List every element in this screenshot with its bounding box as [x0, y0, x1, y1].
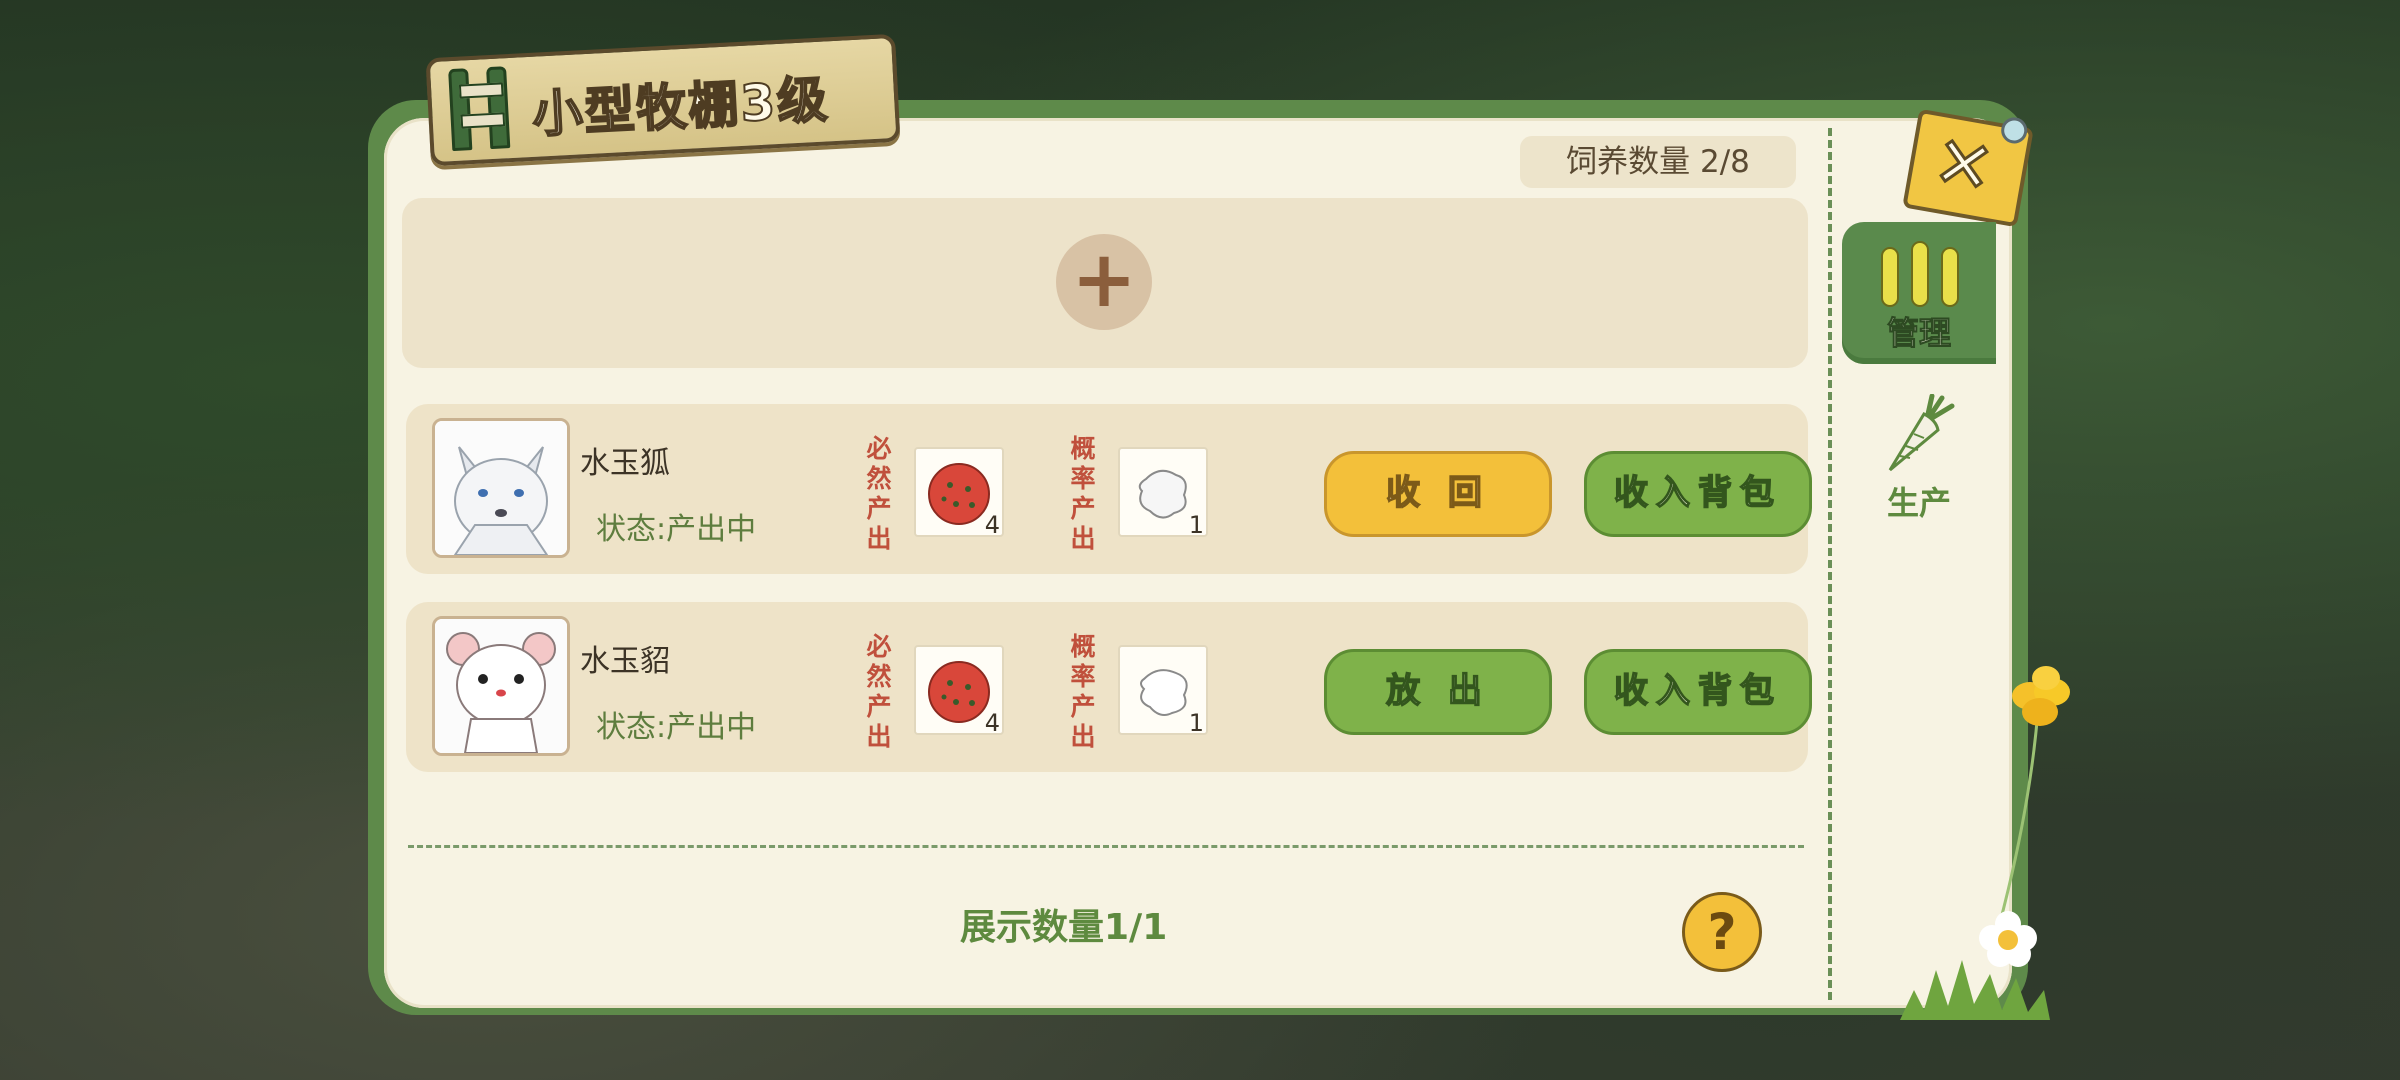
display-count-label: 展示数量1/1: [960, 907, 1168, 948]
item-quantity: 4: [984, 709, 1000, 737]
add-animal-slot[interactable]: +: [402, 198, 1808, 368]
guaranteed-item-slot[interactable]: 4: [914, 645, 1004, 737]
tab-produce[interactable]: 生产: [1842, 392, 1996, 532]
yellow-flower-decoration: [1996, 666, 2070, 931]
guaranteed-output-label: 必 然 产 出: [866, 632, 892, 751]
release-button[interactable]: 放 出: [1324, 649, 1552, 735]
guaranteed-item-slot[interactable]: 4: [914, 447, 1004, 539]
animal-status: 状态:产出中: [596, 710, 757, 745]
fence-title-icon: [448, 66, 512, 152]
item-quantity: 1: [1188, 511, 1204, 539]
chance-item-slot[interactable]: 1: [1118, 645, 1208, 737]
fence-icon: [1881, 241, 1959, 307]
chance-output-label: 概 率 产 出: [1070, 632, 1096, 751]
plus-icon[interactable]: +: [1056, 234, 1152, 330]
white-fox-portrait: [432, 418, 570, 558]
animal-name: 水玉貂: [580, 644, 670, 679]
recall-button[interactable]: 收 回: [1324, 451, 1552, 537]
help-button[interactable]: ?: [1682, 892, 1762, 972]
tab-produce-label: 生产: [1886, 484, 1951, 522]
animal-name: 水玉狐: [580, 446, 670, 481]
item-quantity: 1: [1188, 709, 1204, 737]
list-divider: [408, 845, 1804, 848]
tab-manage[interactable]: 管理: [1842, 222, 1996, 364]
animal-row: 水玉貂 状态:产出中 必 然 产 出 4 概 率 产 出 1 放 出 收入背包: [406, 602, 1812, 772]
grass-decoration: [1900, 960, 2050, 1020]
side-divider: [1828, 128, 1832, 1000]
item-quantity: 4: [984, 511, 1000, 539]
chance-output-label: 概 率 产 出: [1070, 434, 1096, 553]
carrot-icon: [1888, 394, 1955, 472]
store-to-bag-button[interactable]: 收入背包: [1584, 649, 1812, 735]
animal-status: 状态:产出中: [596, 512, 757, 547]
close-icon: ✕: [1926, 118, 2001, 212]
store-to-bag-button[interactable]: 收入背包: [1584, 451, 1812, 537]
page-title: 小型牧棚3级: [530, 69, 831, 144]
tab-manage-label: 管理: [1886, 314, 1951, 353]
close-button[interactable]: ✕: [1902, 108, 2034, 228]
capacity-label: 饲养数量 2/8: [1520, 136, 1796, 188]
chance-item-slot[interactable]: 1: [1118, 447, 1208, 539]
animal-row: 水玉狐 状态:产出中 必 然 产 出 4 概 率 产 出 1 收 回 收入背包: [406, 404, 1812, 574]
white-ferret-portrait: [432, 616, 570, 756]
guaranteed-output-label: 必 然 产 出: [866, 434, 892, 553]
